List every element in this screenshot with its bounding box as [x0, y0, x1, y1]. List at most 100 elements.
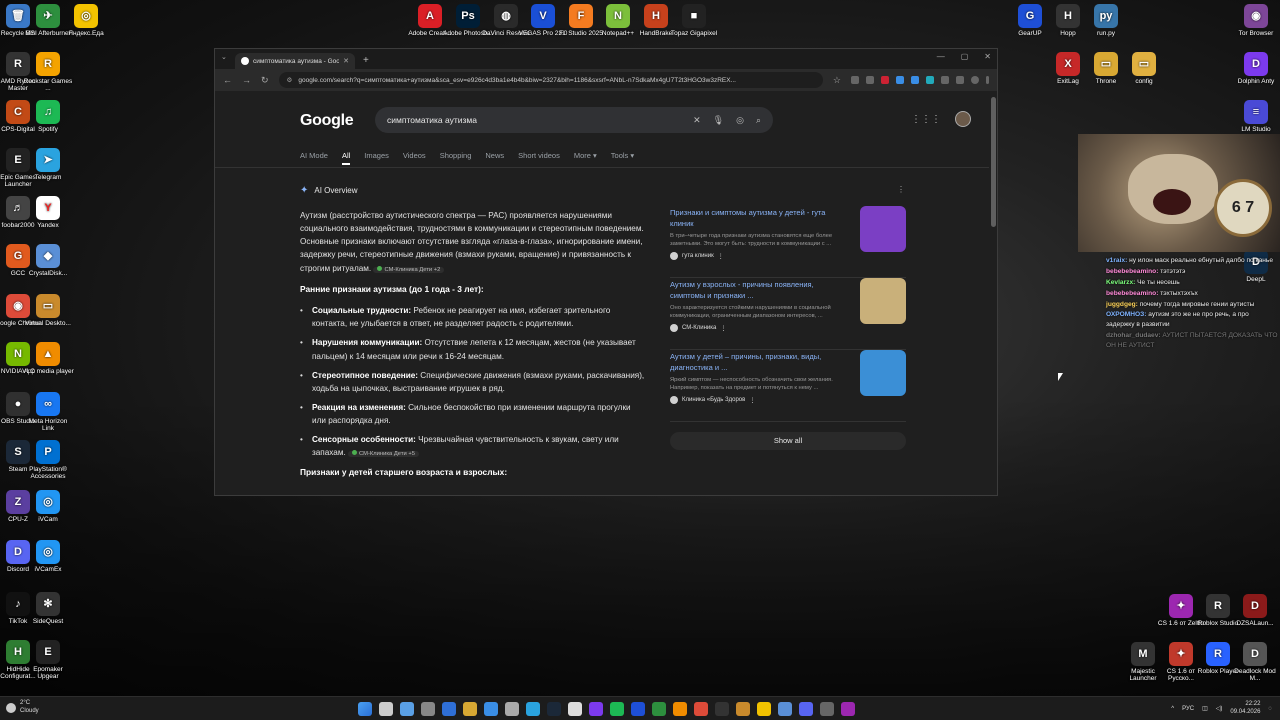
desktop-icon[interactable]: ➤ Telegram [22, 148, 74, 181]
desktop-icon[interactable]: ▭ config [1118, 52, 1170, 85]
download-icon[interactable] [956, 76, 964, 84]
taskbar-app-icon[interactable] [547, 702, 561, 716]
start-icon[interactable] [358, 702, 372, 716]
site-info-icon[interactable]: ⚙ [287, 76, 293, 84]
search-icon[interactable]: ⌕ [756, 115, 761, 126]
taskbar-app-icon[interactable] [715, 702, 729, 716]
new-tab-icon[interactable]: + [363, 55, 369, 66]
more-icon[interactable]: ⋮ [749, 397, 755, 404]
browser-tab[interactable]: симптоматика аутизма - Google ✕ [235, 53, 355, 69]
desktop-icon[interactable]: R Rockstar Games ... [22, 52, 74, 93]
desktop-icon[interactable]: ◎ Яндекс.Еда [60, 4, 112, 37]
desktop-icon[interactable]: D DZSALaun... [1229, 594, 1280, 627]
taskbar-search-icon[interactable] [379, 702, 393, 716]
source-card[interactable]: Аутизм у взрослых - причины появления, с… [670, 278, 906, 350]
source-title[interactable]: Аутизм у взрослых - причины появления, с… [670, 280, 850, 301]
tray-chevron-icon[interactable]: ^ [1171, 706, 1174, 712]
filter-tab[interactable]: AI Mode [300, 151, 328, 165]
close-window-icon[interactable]: ✕ [984, 52, 991, 61]
network-icon[interactable]: ◫ [1202, 705, 1208, 712]
taskbar-app-icon[interactable] [421, 702, 435, 716]
taskbar-app-icon[interactable] [841, 702, 855, 716]
volume-icon[interactable]: ◁) [1216, 705, 1223, 712]
filter-tab[interactable]: Images [364, 151, 389, 165]
menu-icon[interactable] [986, 76, 989, 84]
source-thumbnail[interactable] [860, 206, 906, 252]
taskbar-app-icon[interactable] [589, 702, 603, 716]
tab-search-icon[interactable]: ⌄ [221, 53, 227, 61]
clear-icon[interactable]: ✕ [693, 115, 701, 126]
forward-icon[interactable]: → [242, 75, 251, 85]
google-apps-icon[interactable]: ⋮⋮⋮ [911, 114, 941, 125]
more-icon[interactable]: ⋮ [718, 253, 724, 260]
profile-icon[interactable] [971, 76, 979, 84]
filter-tab[interactable]: More ▾ [574, 151, 597, 165]
desktop-icon[interactable]: ◆ CrystalDisk... [22, 244, 74, 277]
desktop-icon[interactable]: ◉ Tor Browser [1230, 4, 1280, 37]
desktop-icon[interactable]: ▭ Virtual Deskto... [22, 294, 74, 327]
desktop-icon[interactable]: ≡ LM Studio [1230, 100, 1280, 133]
lens-icon[interactable]: ◎ [736, 115, 744, 126]
filter-tab[interactable]: Videos [403, 151, 426, 165]
source-title[interactable]: Аутизм у детей – причины, признаки, виды… [670, 352, 850, 373]
desktop-icon[interactable]: ✻ SideQuest [22, 592, 74, 625]
avatar[interactable] [955, 111, 971, 127]
filter-tab[interactable]: Shopping [440, 151, 472, 165]
back-icon[interactable]: ← [223, 75, 232, 85]
source-card[interactable]: Аутизм у детей – причины, признаки, виды… [670, 350, 906, 422]
extension-icon[interactable] [851, 76, 859, 84]
taskbar-app-icon[interactable] [694, 702, 708, 716]
taskbar-app-icon[interactable] [631, 702, 645, 716]
taskbar-app-icon[interactable] [463, 702, 477, 716]
desktop-icon[interactable]: ◎ iVCam [22, 490, 74, 523]
close-tab-icon[interactable]: ✕ [343, 57, 349, 65]
bookmark-star-icon[interactable]: ☆ [833, 75, 841, 86]
taskbar-app-icon[interactable] [652, 702, 666, 716]
desktop-icon[interactable]: ▲ VLC media player [22, 342, 74, 375]
maximize-icon[interactable]: ▢ [961, 52, 969, 61]
source-chip[interactable]: СМ-Клиника Дети +5 [348, 450, 419, 458]
desktop-icon[interactable]: E Epomaker Upgear [22, 640, 74, 681]
taskbar-clock[interactable]: 22:22 09.04.2026 [1230, 701, 1260, 717]
source-thumbnail[interactable] [860, 350, 906, 396]
taskbar-app-icon[interactable] [505, 702, 519, 716]
desktop-icon[interactable]: D Deadlock Mod M... [1229, 642, 1280, 683]
show-all-button[interactable]: Show all [670, 432, 906, 450]
extension-icon[interactable] [896, 76, 904, 84]
more-options-icon[interactable]: ⋮ [897, 185, 905, 194]
taskbar-app-icon[interactable] [610, 702, 624, 716]
desktop-icon[interactable]: Y Yandex [22, 196, 74, 229]
taskbar-app-icon[interactable] [400, 702, 414, 716]
extension-icon[interactable] [926, 76, 934, 84]
extension-icon[interactable] [881, 76, 889, 84]
desktop-icon[interactable]: ◎ iVCamEx [22, 540, 74, 573]
taskbar-app-icon[interactable] [526, 702, 540, 716]
taskbar-app-icon[interactable] [757, 702, 771, 716]
taskbar-app-icon[interactable] [442, 702, 456, 716]
filter-tab[interactable]: All [341, 151, 351, 165]
source-title[interactable]: Признаки и симптомы аутизма у детей - гу… [670, 208, 850, 229]
taskbar-app-icon[interactable] [736, 702, 750, 716]
desktop-icon[interactable]: ■ Topaz Gigapixel [668, 4, 720, 37]
reload-icon[interactable]: ↻ [261, 75, 269, 86]
filter-tab[interactable]: News [485, 151, 504, 165]
desktop-icon[interactable]: D Dolphin Anty [1230, 52, 1280, 85]
desktop-icon[interactable]: P PlayStation® Accessories [22, 440, 74, 481]
source-card[interactable]: Признаки и симптомы аутизма у детей - гу… [670, 206, 906, 278]
url-field[interactable]: ⚙ google.com/search?q=симптоматика+аутиз… [278, 72, 823, 88]
source-thumbnail[interactable] [860, 278, 906, 324]
search-input[interactable]: симптоматика аутизма [387, 115, 693, 125]
taskbar-app-icon[interactable] [820, 702, 834, 716]
extension-icon[interactable] [941, 76, 949, 84]
desktop-icon[interactable]: py run.py [1080, 4, 1132, 37]
extension-icon[interactable] [866, 76, 874, 84]
source-chip[interactable]: СМ-Клиника Дети +2 [373, 265, 445, 273]
taskbar-app-icon[interactable] [568, 702, 582, 716]
taskbar-app-icon[interactable] [799, 702, 813, 716]
taskbar-app-icon[interactable] [673, 702, 687, 716]
extension-icon[interactable] [911, 76, 919, 84]
desktop-icon[interactable]: ♫ Spotify [22, 100, 74, 133]
notifications-icon[interactable]: ◌ [1268, 706, 1272, 712]
desktop-icon[interactable]: ∞ Meta Horizon Link [22, 392, 74, 433]
microphone-icon[interactable]: 🎙 [713, 115, 724, 126]
